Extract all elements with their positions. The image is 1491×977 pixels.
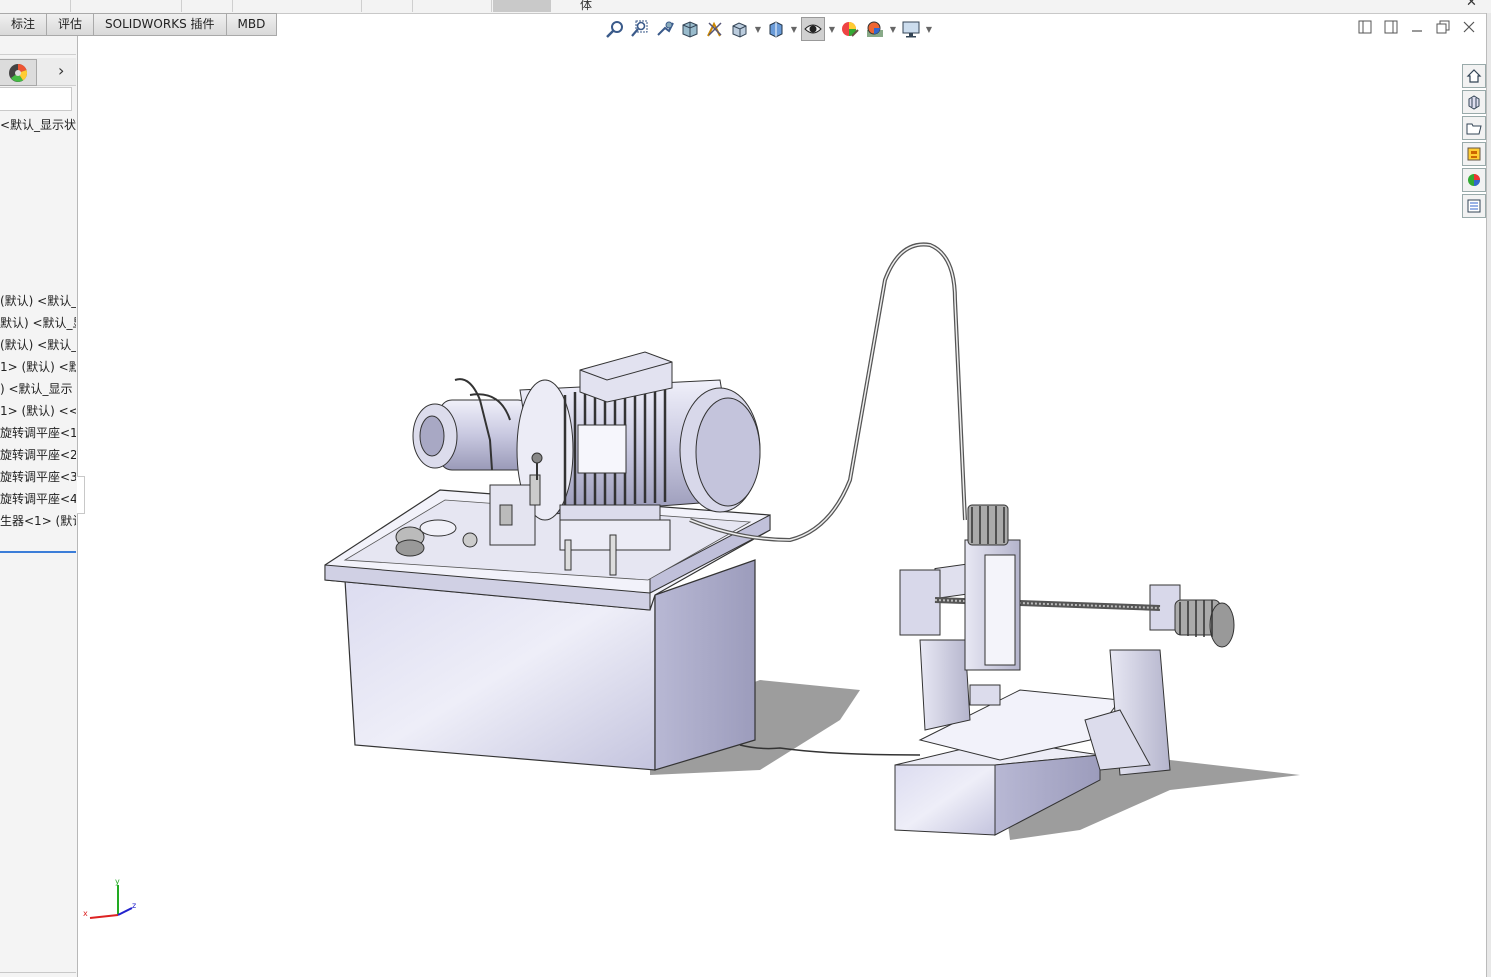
right-window-edge	[1486, 13, 1491, 977]
toolbar-segment[interactable]	[233, 0, 362, 12]
tree-item[interactable]: 旋转调平座<4	[0, 488, 76, 510]
tree-item[interactable]: (默认) <默认_显	[0, 290, 76, 312]
tab-solidworks-addins[interactable]: SOLIDWORKS 插件	[94, 13, 227, 36]
triad-z-label: z	[132, 901, 136, 910]
tree-item[interactable]: (默认) <默认_显	[0, 334, 76, 356]
tree-item[interactable]: 生器<1> (默认	[0, 510, 76, 532]
display-manager-button[interactable]	[0, 59, 37, 86]
chevron-down-icon[interactable]: ▼	[790, 25, 798, 34]
toolbar-segment[interactable]	[362, 0, 413, 12]
tab-annotation[interactable]: 标注	[0, 13, 48, 36]
close-icon[interactable]: ✕	[1466, 0, 1477, 10]
top-toolbar-strip: 体 ✕	[0, 0, 1491, 14]
panel-icon-row: ›	[0, 58, 76, 86]
graphics-area[interactable]: y x z	[78, 36, 1486, 977]
tab-evaluate[interactable]: 评估	[47, 13, 95, 36]
tree-item[interactable]: 旋转调平座<1	[0, 422, 76, 444]
hydraulic-tank[interactable]	[324, 489, 771, 771]
toolbar-segment[interactable]	[0, 0, 71, 12]
tile-left-icon[interactable]	[1356, 18, 1374, 36]
close-icon[interactable]	[1460, 18, 1478, 36]
appearance-pie-icon	[9, 63, 28, 82]
tree-rollback-bar[interactable]	[0, 551, 76, 553]
tree-item[interactable]: 1> (默认) <<	[0, 400, 76, 422]
chevron-down-icon[interactable]: ▼	[889, 25, 897, 34]
toolbar-segment[interactable]	[71, 0, 182, 12]
document-window-controls	[1356, 18, 1478, 36]
filter-input[interactable]	[0, 87, 72, 111]
chevron-down-icon[interactable]: ▼	[828, 25, 836, 34]
tree-item[interactable]: 旋转调平座<3	[0, 466, 76, 488]
toolbar-segment-active[interactable]	[493, 0, 551, 12]
tile-right-icon[interactable]	[1382, 18, 1400, 36]
triad-x-label: x	[83, 909, 88, 918]
divider	[0, 972, 76, 973]
tree-item[interactable]: 1> (默认) <默	[0, 356, 76, 378]
restore-icon[interactable]	[1434, 18, 1452, 36]
toolbar-label: 体	[580, 0, 593, 12]
tree-item[interactable]: 旋转调平座<2	[0, 444, 76, 466]
triad-y-label: y	[115, 877, 120, 886]
toolbar-segment[interactable]	[182, 0, 233, 12]
chevron-down-icon[interactable]: ▼	[925, 25, 933, 34]
tree-item[interactable]: ) <默认_显示	[0, 378, 76, 400]
feature-manager-panel: › <默认_显示状 (默认) <默认_显 默认) <默认_显 (默认) <默认_…	[0, 36, 85, 977]
panel-header	[0, 40, 76, 55]
coordinate-triad: y x z	[83, 877, 136, 919]
tree-item[interactable]: 默认) <默认_显	[0, 312, 76, 334]
chevron-down-icon[interactable]: ▼	[754, 25, 762, 34]
minimize-icon[interactable]	[1408, 18, 1426, 36]
tree-item-display-state[interactable]: <默认_显示状	[0, 116, 76, 133]
feature-tree: (默认) <默认_显 默认) <默认_显 (默认) <默认_显 1> (默认) …	[0, 290, 76, 532]
tab-mbd[interactable]: MBD	[226, 13, 278, 36]
command-manager-tabs: 标注 评估 SOLIDWORKS 插件 MBD	[0, 13, 278, 36]
chevron-right-icon[interactable]: ›	[58, 61, 64, 80]
toolbar-segment[interactable]	[413, 0, 492, 12]
